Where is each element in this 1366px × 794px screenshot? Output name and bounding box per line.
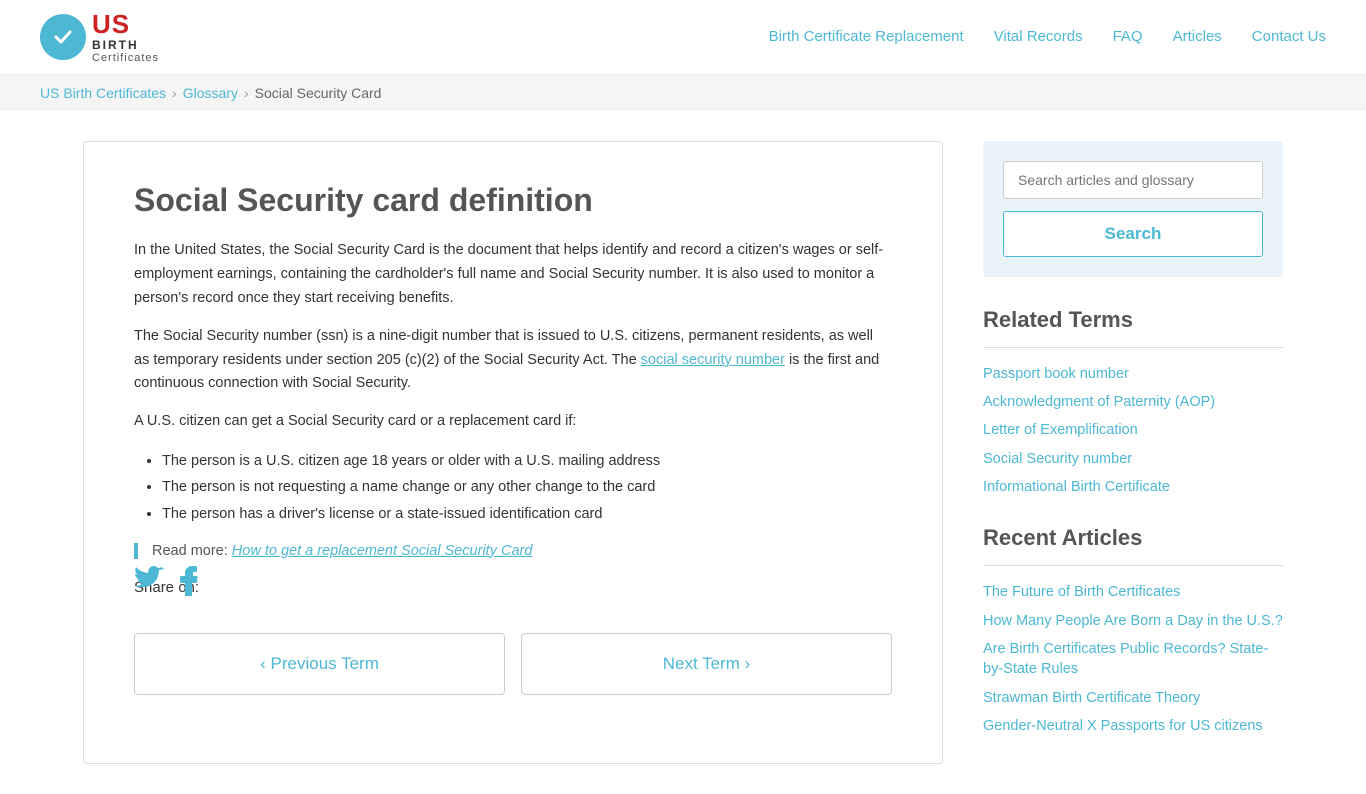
prev-term-button[interactable]: ‹ Previous Term <box>134 633 505 695</box>
read-more-link[interactable]: How to get a replacement Social Security… <box>232 543 533 559</box>
eligibility-list: The person is a U.S. citizen age 18 year… <box>162 448 892 526</box>
content-card: Social Security card definition In the U… <box>83 141 943 764</box>
search-box: Search <box>983 141 1283 277</box>
related-link-4[interactable]: Informational Birth Certificate <box>983 477 1283 497</box>
paragraph-1: In the United States, the Social Securit… <box>134 239 892 311</box>
recent-link-3[interactable]: Strawman Birth Certificate Theory <box>983 688 1283 708</box>
nav-buttons: ‹ Previous Term Next Term › <box>134 633 892 695</box>
read-more-block: Read more: How to get a replacement Soci… <box>134 543 892 559</box>
logo[interactable]: US BIRTH Certificates <box>40 10 159 64</box>
recent-link-1[interactable]: How Many People Are Born a Day in the U.… <box>983 611 1283 631</box>
social-share-icons <box>134 566 892 603</box>
breadcrumb-sep-2: › <box>244 85 249 101</box>
paragraph-2: The Social Security number (ssn) is a ni… <box>134 325 892 397</box>
site-header: US BIRTH Certificates Birth Certificate … <box>0 0 1366 75</box>
related-divider <box>983 347 1283 348</box>
nav-articles[interactable]: Articles <box>1173 28 1222 45</box>
related-link-2[interactable]: Letter of Exemplification <box>983 420 1283 440</box>
related-link-3[interactable]: Social Security number <box>983 449 1283 469</box>
breadcrumb-current: Social Security Card <box>255 85 382 101</box>
recent-articles-section: Recent Articles The Future of Birth Cert… <box>983 525 1283 736</box>
recent-link-2[interactable]: Are Birth Certificates Public Records? S… <box>983 639 1283 680</box>
related-terms-section: Related Terms Passport book number Ackno… <box>983 307 1283 497</box>
facebook-share-icon[interactable] <box>180 566 198 603</box>
recent-link-4[interactable]: Gender-Neutral X Passports for US citize… <box>983 716 1283 736</box>
logo-icon <box>40 14 86 60</box>
recent-divider <box>983 565 1283 566</box>
paragraph-3: A U.S. citizen can get a Social Security… <box>134 410 892 434</box>
twitter-share-icon[interactable] <box>134 566 164 603</box>
next-term-button[interactable]: Next Term › <box>521 633 892 695</box>
page-title: Social Security card definition <box>134 182 892 219</box>
recent-articles-title: Recent Articles <box>983 525 1283 551</box>
nav-vital-records[interactable]: Vital Records <box>994 28 1083 45</box>
nav-faq[interactable]: FAQ <box>1113 28 1143 45</box>
related-link-0[interactable]: Passport book number <box>983 364 1283 384</box>
breadcrumb-glossary[interactable]: Glossary <box>183 85 238 101</box>
related-terms-title: Related Terms <box>983 307 1283 333</box>
list-item-2: The person is not requesting a name chan… <box>162 474 892 500</box>
search-input[interactable] <box>1003 161 1263 199</box>
page-wrapper: Social Security card definition In the U… <box>43 141 1323 764</box>
nav-contact[interactable]: Contact Us <box>1252 28 1326 45</box>
logo-us: US <box>92 10 159 39</box>
related-link-1[interactable]: Acknowledgment of Paternity (AOP) <box>983 392 1283 412</box>
sidebar: Search Related Terms Passport book numbe… <box>983 141 1283 764</box>
list-item-1: The person is a U.S. citizen age 18 year… <box>162 448 892 474</box>
main-nav: Birth Certificate Replacement Vital Reco… <box>769 28 1326 45</box>
read-more-label: Read more: <box>152 543 228 559</box>
breadcrumb: US Birth Certificates › Glossary › Socia… <box>0 75 1366 111</box>
list-item-3: The person has a driver's license or a s… <box>162 501 892 527</box>
nav-birth-cert[interactable]: Birth Certificate Replacement <box>769 28 964 45</box>
logo-birth: BIRTH <box>92 39 159 52</box>
logo-certs: Certificates <box>92 52 159 64</box>
recent-link-0[interactable]: The Future of Birth Certificates <box>983 582 1283 602</box>
breadcrumb-sep-1: › <box>172 85 177 101</box>
logo-text: US BIRTH Certificates <box>92 10 159 64</box>
search-button[interactable]: Search <box>1003 211 1263 257</box>
breadcrumb-home[interactable]: US Birth Certificates <box>40 85 166 101</box>
ssn-link[interactable]: social security number <box>641 352 785 368</box>
